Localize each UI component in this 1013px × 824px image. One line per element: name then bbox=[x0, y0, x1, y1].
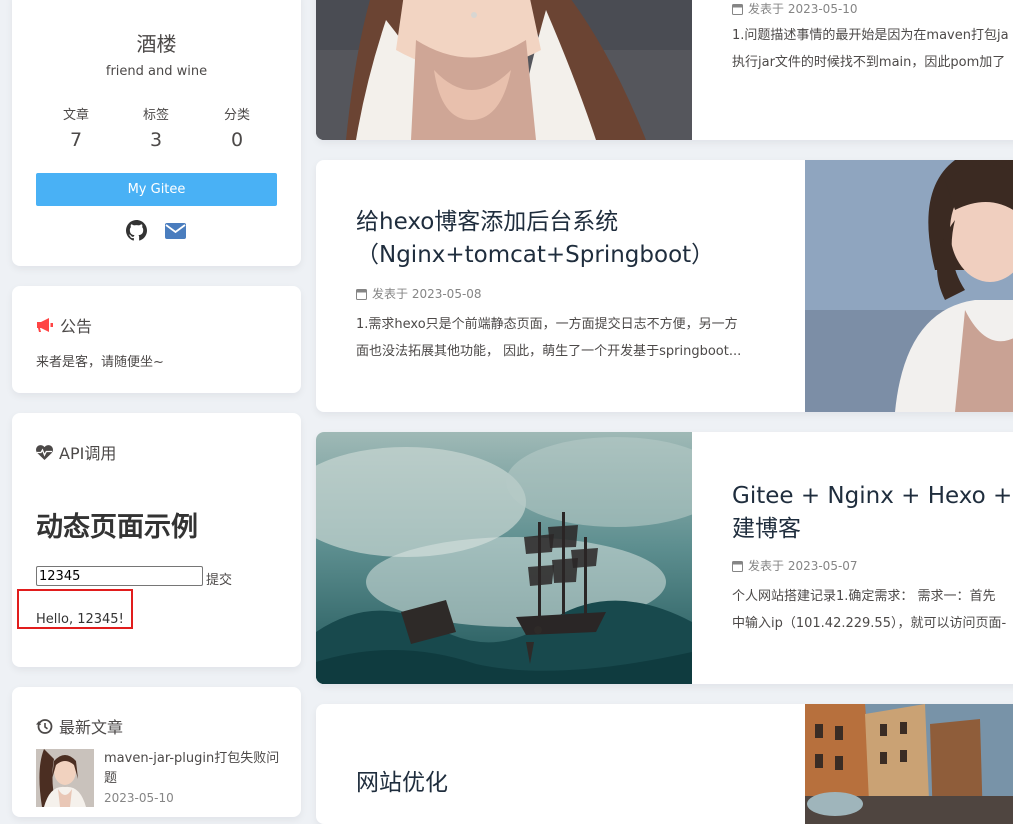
recent-posts-card: 最新文章 maven-jar-plugin打包失败问题 2023-05-10 bbox=[12, 687, 301, 817]
stat-value: 3 bbox=[149, 129, 163, 151]
post-title[interactable]: Gitee + Nginx + Hexo +Le 建博客 bbox=[732, 480, 1013, 546]
stat-categories[interactable]: 分类 0 bbox=[197, 104, 277, 151]
stat-label: 分类 bbox=[223, 108, 250, 123]
stat-label: 文章 bbox=[62, 108, 89, 123]
post-title[interactable]: 网站优化 bbox=[356, 767, 756, 800]
announcement-header: 公告 bbox=[36, 313, 92, 337]
author-description: friend and wine bbox=[105, 64, 208, 79]
post-excerpt: 1.需求hexo只是个前端静态页面，一方面提交日志不方便，另一方 面也没法拓展其… bbox=[356, 311, 776, 365]
calendar-icon bbox=[356, 288, 367, 300]
post-cover-image[interactable] bbox=[805, 704, 1013, 824]
post-title[interactable]: 给hexo博客添加后台系统 （Nginx+tomcat+Springboot） bbox=[356, 206, 776, 272]
excerpt-line: 个人网站搭建记录1.确定需求： 需求一：首先 bbox=[732, 589, 996, 604]
envelope-icon[interactable] bbox=[165, 223, 186, 239]
name-input[interactable] bbox=[36, 566, 203, 586]
excerpt-line: 执行jar文件的时候找不到main，因此pom加了 bbox=[732, 55, 1006, 70]
post-excerpt: 个人网站搭建记录1.确定需求： 需求一：首先 中输入ip（101.42.229.… bbox=[732, 583, 1013, 637]
post-title-line: 网站优化 bbox=[356, 770, 448, 796]
stat-label: 标签 bbox=[142, 108, 169, 123]
author-card: 酒楼 friend and wine 文章 7 标签 3 分类 0 My Git… bbox=[12, 0, 301, 266]
dynamic-page-heading: 动态页面示例 bbox=[36, 512, 198, 543]
result-text: Hello, 12345! bbox=[36, 612, 124, 627]
author-name: 酒楼 bbox=[136, 32, 177, 56]
announcement-title: 公告 bbox=[60, 317, 93, 336]
recent-post-title[interactable]: maven-jar-plugin打包失败问题 bbox=[104, 749, 284, 789]
post-cover-image[interactable] bbox=[316, 432, 692, 684]
stat-tags[interactable]: 标签 3 bbox=[116, 104, 196, 151]
post-date: 发表于 2023-05-07 bbox=[748, 559, 858, 573]
excerpt-line: 1.需求hexo只是个前端静态页面，一方面提交日志不方便，另一方 bbox=[356, 317, 738, 332]
post-date: 发表于 2023-05-10 bbox=[748, 2, 858, 16]
post-meta: 发表于 2023-05-07 bbox=[732, 557, 858, 574]
post-card[interactable]: Gitee + Nginx + Hexo +Le 建博客 发表于 2023-05… bbox=[316, 432, 1013, 684]
post-cover-image[interactable] bbox=[316, 0, 692, 140]
recent-posts-title: 最新文章 bbox=[59, 718, 124, 737]
recent-post-thumbnail[interactable] bbox=[36, 749, 94, 807]
post-card[interactable]: 给hexo博客添加后台系统 （Nginx+tomcat+Springboot） … bbox=[316, 160, 1013, 412]
api-card-header: API调用 bbox=[36, 440, 116, 464]
announcement-content: 来者是客，请随便坐~ bbox=[36, 355, 164, 370]
post-card[interactable]: 网站优化 bbox=[316, 704, 1013, 824]
stat-value: 7 bbox=[69, 129, 83, 151]
stat-value: 0 bbox=[230, 129, 244, 151]
excerpt-line: 1.问题描述事情的最开始是因为在maven打包ja bbox=[732, 28, 1009, 43]
excerpt-line: 面也没法拓展其他功能， 因此，萌生了一个开发基于springboot... bbox=[356, 344, 742, 359]
post-cover-image[interactable] bbox=[805, 160, 1013, 412]
post-date: 发表于 2023-05-08 bbox=[372, 287, 482, 301]
api-card-title: API调用 bbox=[59, 444, 117, 463]
my-gitee-button[interactable]: My Gitee bbox=[36, 173, 277, 206]
heartbeat-icon bbox=[36, 444, 53, 460]
announcement-card: 公告 来者是客，请随便坐~ bbox=[12, 286, 301, 393]
stat-articles[interactable]: 文章 7 bbox=[36, 104, 116, 151]
github-icon[interactable] bbox=[126, 220, 147, 241]
calendar-icon bbox=[732, 560, 743, 572]
post-card[interactable]: 发表于 2023-05-10 1.问题描述事情的最开始是因为在maven打包ja… bbox=[316, 0, 1013, 140]
recent-posts-header: 最新文章 bbox=[36, 714, 123, 738]
post-meta: 发表于 2023-05-10 bbox=[732, 0, 858, 17]
post-meta: 发表于 2023-05-08 bbox=[356, 285, 482, 302]
post-title-line: （Nginx+tomcat+Springboot） bbox=[356, 242, 715, 268]
post-excerpt: 1.问题描述事情的最开始是因为在maven打包ja 执行jar文件的时候找不到m… bbox=[732, 22, 1013, 76]
post-title-line: Gitee + Nginx + Hexo +Le bbox=[732, 483, 1013, 509]
excerpt-line: 中输入ip（101.42.229.55），就可以访问页面- bbox=[732, 616, 1007, 631]
submit-link[interactable]: 提交 bbox=[206, 569, 232, 588]
post-title-line: 给hexo博客添加后台系统 bbox=[356, 209, 619, 235]
api-card: API调用 动态页面示例 提交 Hello, 12345! bbox=[12, 413, 301, 667]
calendar-icon bbox=[732, 3, 743, 15]
bullhorn-icon bbox=[36, 317, 54, 333]
post-title-line: 建博客 bbox=[732, 516, 801, 542]
history-icon bbox=[36, 718, 53, 735]
